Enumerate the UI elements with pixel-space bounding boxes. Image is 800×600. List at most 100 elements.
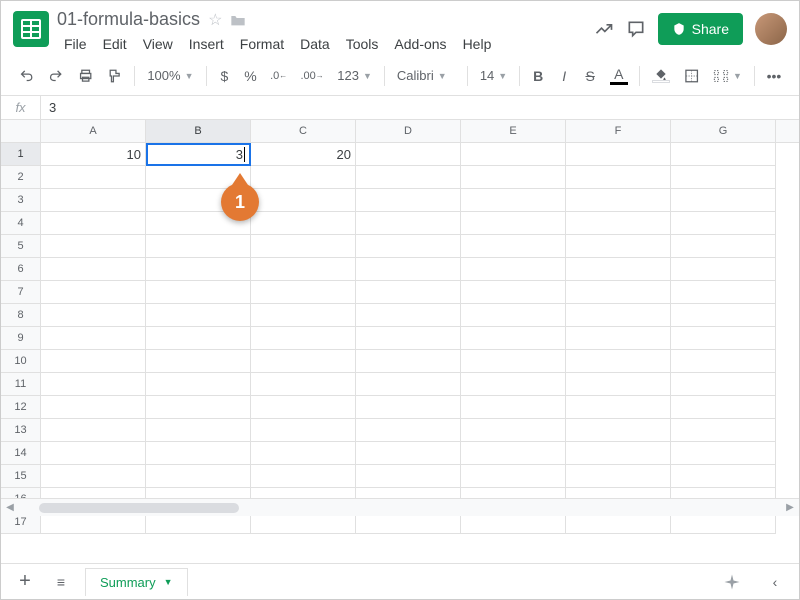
cell[interactable]: [566, 189, 671, 212]
cell[interactable]: [671, 465, 776, 488]
cell[interactable]: [356, 327, 461, 350]
cell[interactable]: [566, 327, 671, 350]
merge-cells-button[interactable]: ▼: [707, 65, 748, 87]
folder-icon[interactable]: [230, 13, 246, 27]
cell[interactable]: [41, 442, 146, 465]
menu-edit[interactable]: Edit: [96, 32, 134, 56]
menu-tools[interactable]: Tools: [339, 32, 386, 56]
number-format-select[interactable]: 123▼: [331, 64, 378, 87]
cell[interactable]: [566, 396, 671, 419]
cell[interactable]: [671, 442, 776, 465]
star-icon[interactable]: ☆: [208, 10, 222, 30]
cell[interactable]: [671, 304, 776, 327]
cell[interactable]: [251, 258, 356, 281]
cell[interactable]: [251, 212, 356, 235]
trend-icon[interactable]: [594, 19, 614, 39]
undo-button[interactable]: [13, 62, 40, 90]
cell[interactable]: [356, 166, 461, 189]
cell[interactable]: [146, 258, 251, 281]
menu-view[interactable]: View: [136, 32, 180, 56]
cell[interactable]: [251, 442, 356, 465]
menu-insert[interactable]: Insert: [182, 32, 231, 56]
strikethrough-button[interactable]: S: [578, 62, 602, 90]
font-size-select[interactable]: 14▼: [474, 64, 513, 87]
cell[interactable]: [566, 143, 671, 166]
cell[interactable]: [146, 327, 251, 350]
sheet-tab-menu-icon[interactable]: ▼: [164, 577, 173, 587]
cell[interactable]: [566, 212, 671, 235]
cell[interactable]: [461, 442, 566, 465]
cell[interactable]: [146, 373, 251, 396]
col-header-f[interactable]: F: [566, 120, 671, 142]
cell[interactable]: [41, 327, 146, 350]
cell[interactable]: [251, 166, 356, 189]
cell[interactable]: [251, 465, 356, 488]
scroll-right-icon[interactable]: ▶: [781, 502, 799, 513]
cell[interactable]: [41, 350, 146, 373]
menu-data[interactable]: Data: [293, 32, 337, 56]
cell[interactable]: [41, 235, 146, 258]
cell[interactable]: [356, 304, 461, 327]
cell[interactable]: [566, 258, 671, 281]
increase-decimal-button[interactable]: .00→: [295, 64, 329, 88]
cell[interactable]: [671, 258, 776, 281]
cell[interactable]: [356, 281, 461, 304]
cell[interactable]: [671, 166, 776, 189]
cell[interactable]: [671, 350, 776, 373]
cell[interactable]: [671, 396, 776, 419]
row-header[interactable]: 6: [1, 258, 41, 281]
cell[interactable]: [41, 396, 146, 419]
col-header-c[interactable]: C: [251, 120, 356, 142]
cell[interactable]: [461, 419, 566, 442]
cell[interactable]: [461, 281, 566, 304]
cell[interactable]: [41, 281, 146, 304]
cell[interactable]: [251, 281, 356, 304]
cell[interactable]: [461, 235, 566, 258]
user-avatar[interactable]: [755, 13, 787, 45]
cell[interactable]: [41, 304, 146, 327]
scroll-left-icon[interactable]: ◀: [1, 502, 19, 513]
cell[interactable]: [41, 212, 146, 235]
col-header-e[interactable]: E: [461, 120, 566, 142]
cell[interactable]: [41, 258, 146, 281]
cell[interactable]: [671, 327, 776, 350]
italic-button[interactable]: I: [552, 62, 576, 90]
cell[interactable]: [461, 212, 566, 235]
print-button[interactable]: [72, 62, 99, 90]
font-select[interactable]: Calibri▼: [391, 64, 461, 87]
cell[interactable]: [566, 373, 671, 396]
cell[interactable]: [671, 235, 776, 258]
cell[interactable]: [251, 350, 356, 373]
cell[interactable]: [356, 143, 461, 166]
menu-file[interactable]: File: [57, 32, 94, 56]
cell[interactable]: [146, 465, 251, 488]
cell[interactable]: [251, 304, 356, 327]
col-header-a[interactable]: A: [41, 120, 146, 142]
cell[interactable]: [566, 350, 671, 373]
cell[interactable]: [566, 281, 671, 304]
cell[interactable]: 3: [146, 143, 251, 166]
document-title[interactable]: 01-formula-basics: [57, 9, 200, 30]
row-header[interactable]: 13: [1, 419, 41, 442]
borders-button[interactable]: [678, 62, 705, 90]
menu-addons[interactable]: Add-ons: [387, 32, 453, 56]
cell[interactable]: [566, 304, 671, 327]
row-header[interactable]: 1: [1, 143, 41, 166]
cell[interactable]: [461, 373, 566, 396]
menu-format[interactable]: Format: [233, 32, 291, 56]
select-all-corner[interactable]: [1, 120, 41, 142]
cell[interactable]: [251, 327, 356, 350]
cell[interactable]: [41, 373, 146, 396]
more-toolbar-button[interactable]: •••: [761, 62, 787, 90]
cell[interactable]: [146, 442, 251, 465]
cell[interactable]: [461, 258, 566, 281]
cell[interactable]: [671, 189, 776, 212]
cell[interactable]: [461, 166, 566, 189]
cell[interactable]: [461, 350, 566, 373]
paint-format-button[interactable]: [101, 62, 128, 90]
cell[interactable]: [146, 350, 251, 373]
cell[interactable]: [41, 465, 146, 488]
cell[interactable]: [356, 258, 461, 281]
cell[interactable]: [671, 373, 776, 396]
cell[interactable]: [671, 143, 776, 166]
